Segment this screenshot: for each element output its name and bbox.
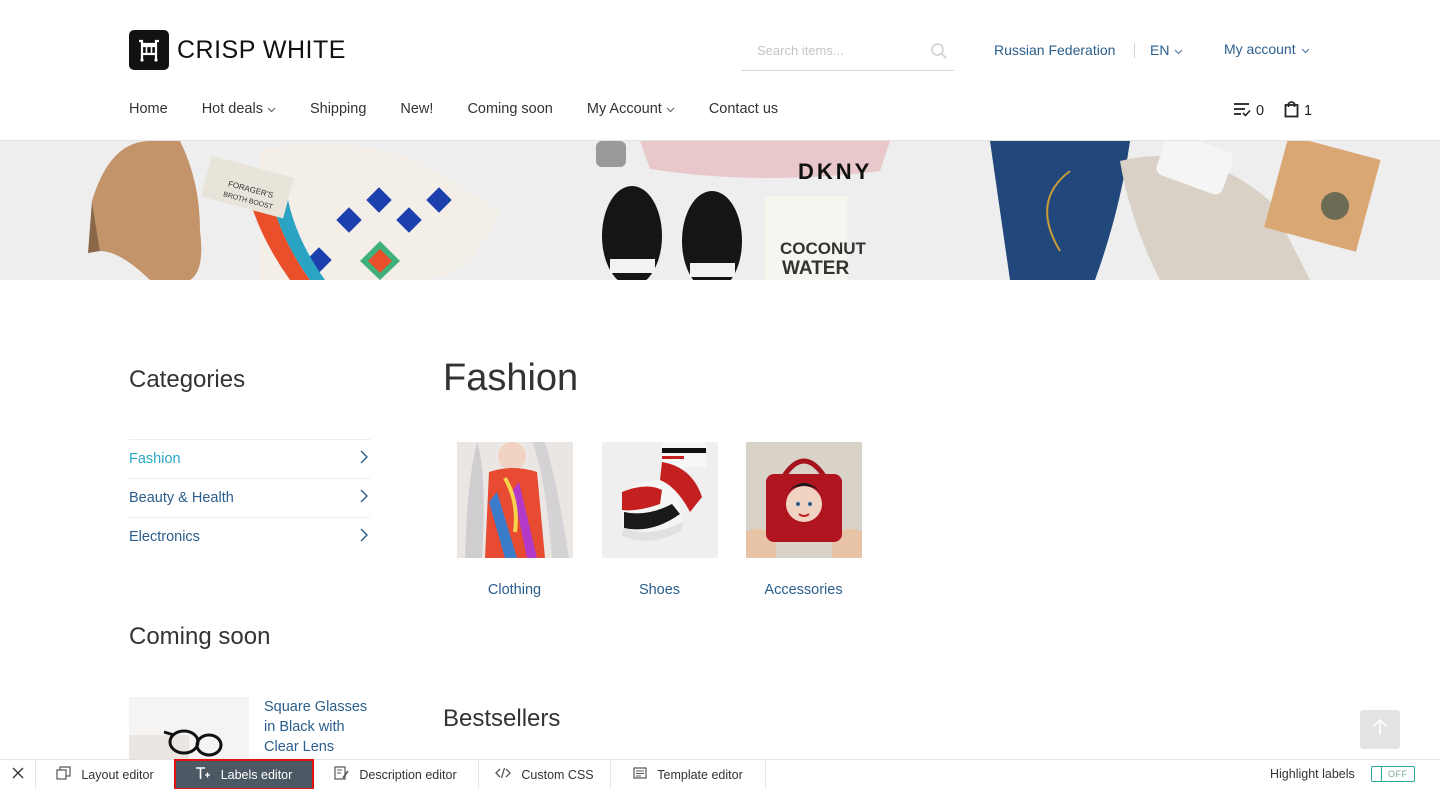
highlight-labels-toggle[interactable]: OFF	[1371, 766, 1415, 782]
nav-label: New!	[400, 101, 434, 117]
nav-label: Coming soon	[467, 101, 553, 117]
bestsellers-title: Bestsellers	[443, 705, 561, 732]
cart-button[interactable]: 1	[1284, 100, 1312, 122]
toolbar-button-label: Custom CSS	[521, 767, 594, 782]
my-account-dropdown[interactable]: My account	[1224, 41, 1310, 57]
nav-label: Hot deals	[201, 101, 263, 117]
close-toolbar-button[interactable]	[0, 760, 36, 789]
nav-item-home[interactable]: Home	[129, 101, 168, 117]
toolbar-button-label: Template editor	[657, 767, 743, 782]
scroll-to-top-button[interactable]	[1360, 710, 1400, 749]
subcategory-accessories[interactable]: Accessories	[731, 442, 876, 598]
category-label: Fashion	[129, 451, 181, 467]
banner-text: COCONUT	[780, 239, 867, 258]
labels-editor-button[interactable]: Labels editor	[174, 759, 314, 789]
template-editor-button[interactable]: Template editor	[611, 760, 766, 789]
nav-item-new[interactable]: New!	[400, 101, 433, 117]
nav-item-coming-soon[interactable]: Coming soon	[467, 101, 552, 117]
hero-banner: FORAGER'S BROTH BOOST DKNY COCONUT WATER	[0, 141, 1440, 280]
subcategory-label: Accessories	[764, 582, 843, 598]
categories-title: Categories	[129, 366, 246, 393]
coming-soon-product-name[interactable]: Square Glasses in Black with Clear Lens	[264, 697, 379, 757]
subcategory-label: Clothing	[487, 582, 542, 598]
chevron-right-icon	[360, 489, 368, 507]
category-item-beauty-health[interactable]: Beauty & Health	[129, 478, 370, 517]
nav-label: Home	[129, 101, 168, 117]
code-icon	[495, 767, 521, 782]
subcategory-image	[745, 442, 862, 558]
chevron-down-icon	[666, 101, 675, 117]
chevron-down-icon	[1301, 41, 1310, 57]
highlight-labels-label: Highlight labels	[1270, 767, 1355, 781]
custom-css-button[interactable]: Custom CSS	[479, 760, 611, 789]
page-title: Fashion	[443, 357, 579, 399]
subcategory-shoes[interactable]: Shoes	[587, 442, 732, 598]
language-label: EN	[1150, 42, 1170, 58]
category-label: Beauty & Health	[129, 490, 234, 506]
site-header: CRISP WHITE Russian Federation EN My acc…	[0, 0, 1440, 141]
cart-logo-icon	[129, 30, 169, 70]
logo[interactable]: CRISP WHITE	[129, 30, 346, 70]
banner-text: WATER	[782, 258, 849, 279]
compare-list-button[interactable]: 0	[1233, 101, 1264, 121]
category-label: Electronics	[129, 529, 200, 545]
main-nav: Home Hot deals Shipping New! Coming soon…	[129, 101, 812, 117]
subcategory-label: Shoes	[638, 582, 681, 598]
template-icon	[633, 767, 657, 782]
nav-item-hot-deals[interactable]: Hot deals	[202, 101, 276, 117]
chevron-down-icon	[267, 101, 276, 117]
search-box	[741, 32, 954, 71]
nav-label: Contact us	[708, 101, 779, 117]
banner-image: FORAGER'S BROTH BOOST DKNY COCONUT WATER	[0, 141, 1440, 280]
brand-name: CRISP WHITE	[177, 35, 346, 64]
editor-toolbar: Layout editor Labels editor Description …	[0, 759, 1440, 789]
compare-list-icon	[1233, 101, 1251, 121]
banner-text: DKNY	[798, 159, 872, 184]
arrow-up-icon	[1372, 718, 1388, 741]
my-account-label: My account	[1224, 41, 1296, 57]
toolbar-button-label: Layout editor	[81, 767, 154, 782]
description-editor-button[interactable]: Description editor	[313, 760, 479, 789]
chevron-down-icon	[1174, 42, 1183, 58]
subcategory-image	[456, 442, 573, 558]
nav-label: Shipping	[309, 101, 367, 117]
language-selector[interactable]: EN	[1150, 42, 1183, 58]
cart-count: 1	[1304, 103, 1313, 119]
search-input[interactable]	[755, 40, 920, 60]
edit-document-icon	[334, 766, 359, 783]
coming-soon-title: Coming soon	[129, 623, 271, 650]
search-icon[interactable]	[930, 42, 948, 65]
divider	[1134, 43, 1135, 58]
close-icon	[12, 767, 24, 782]
chevron-right-icon	[360, 450, 368, 468]
chevron-right-icon	[360, 528, 368, 546]
category-item-electronics[interactable]: Electronics	[129, 517, 370, 556]
toolbar-button-label: Labels editor	[220, 767, 293, 782]
category-list: Fashion Beauty & Health Electronics	[129, 439, 370, 556]
nav-item-contact-us[interactable]: Contact us	[709, 101, 778, 117]
country-selector[interactable]: Russian Federation	[994, 42, 1115, 58]
text-format-icon	[195, 766, 221, 783]
toggle-knob	[1377, 767, 1382, 781]
category-item-fashion[interactable]: Fashion	[129, 439, 370, 478]
nav-item-my-account[interactable]: My Account	[587, 101, 675, 117]
toggle-state: OFF	[1388, 769, 1408, 779]
nav-label: My Account	[586, 101, 662, 117]
compare-count: 0	[1256, 103, 1265, 119]
coming-soon-product-image[interactable]	[129, 697, 249, 760]
layout-icon	[56, 766, 81, 783]
nav-item-shipping[interactable]: Shipping	[310, 101, 366, 117]
shopping-bag-icon	[1284, 100, 1299, 122]
subcategory-image	[601, 442, 718, 558]
layout-editor-button[interactable]: Layout editor	[36, 760, 175, 789]
toolbar-button-label: Description editor	[359, 767, 457, 782]
subcategory-clothing[interactable]: Clothing	[442, 442, 587, 598]
